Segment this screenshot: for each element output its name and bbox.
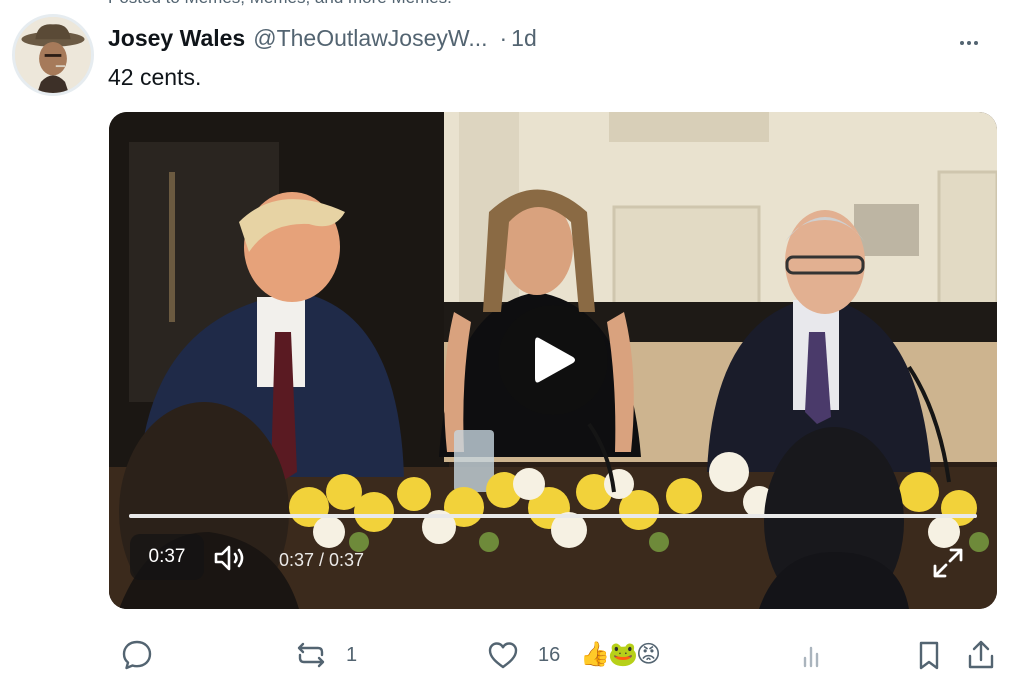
speech-bubble-icon bbox=[122, 640, 152, 670]
avatar-image bbox=[15, 17, 91, 93]
repost-button[interactable]: 1 bbox=[294, 630, 357, 680]
author-display-name[interactable]: Josey Wales bbox=[108, 25, 245, 52]
heart-icon bbox=[488, 642, 518, 669]
share-icon bbox=[968, 640, 994, 669]
post-header: Josey Wales @TheOutlawJoseyW... · 1d bbox=[108, 22, 537, 54]
video-progress-fill bbox=[129, 514, 977, 518]
angry-face-emoji: 😡 bbox=[636, 641, 662, 668]
video-time-readout: 0:37 / 0:37 bbox=[279, 550, 365, 570]
more-dot bbox=[960, 41, 964, 45]
more-dot bbox=[967, 41, 971, 45]
thumbs-up-emoji: 👍 bbox=[580, 641, 611, 668]
more-options-button[interactable] bbox=[952, 28, 986, 58]
video-time-badge: 0:37 bbox=[130, 534, 204, 580]
video-progress-bar[interactable] bbox=[129, 514, 977, 518]
repost-icon bbox=[297, 642, 325, 668]
post-timestamp[interactable]: 1d bbox=[511, 25, 537, 52]
header-separator: · bbox=[499, 24, 508, 51]
post-context-line: Posted to Memes, Memes, and more Memes. bbox=[108, 0, 452, 8]
play-button[interactable] bbox=[498, 305, 608, 415]
reaction-emojis[interactable]: 👍 🐸 😡 bbox=[580, 641, 662, 668]
share-button[interactable] bbox=[964, 630, 998, 680]
author-handle[interactable]: @TheOutlawJoseyW... bbox=[253, 25, 487, 52]
volume-icon[interactable] bbox=[213, 544, 247, 572]
play-icon bbox=[535, 337, 575, 383]
post-action-bar: 1 16 👍 🐸 😡 bbox=[0, 630, 1024, 680]
repost-count: 1 bbox=[346, 643, 358, 666]
post-text: 42 cents. bbox=[108, 64, 202, 90]
bar-chart-icon bbox=[803, 646, 819, 668]
reply-button[interactable] bbox=[120, 630, 154, 680]
bookmark-icon bbox=[919, 641, 939, 670]
more-dot bbox=[974, 41, 978, 45]
views-button[interactable] bbox=[796, 630, 830, 680]
like-button[interactable]: 16 👍 🐸 😡 bbox=[486, 630, 661, 680]
like-count: 16 bbox=[538, 643, 561, 666]
video-player[interactable]: 0:37 0:37 / 0:37 bbox=[109, 112, 997, 609]
fullscreen-icon[interactable] bbox=[931, 546, 965, 580]
bookmark-button[interactable] bbox=[912, 630, 946, 680]
frog-emoji: 🐸 bbox=[608, 641, 639, 668]
author-avatar[interactable] bbox=[12, 14, 94, 96]
